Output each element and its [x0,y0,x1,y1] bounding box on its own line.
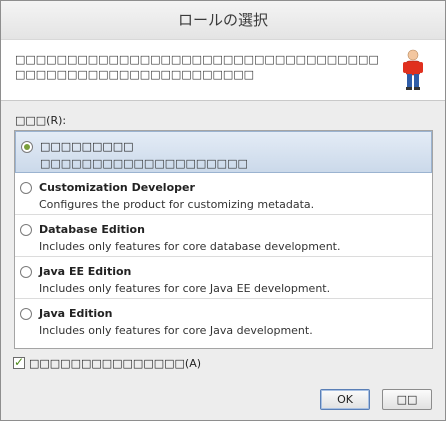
dialog-title: ロールの選択 [1,1,445,40]
role-description: Configures the product for customizing m… [39,198,315,211]
role-title: □□□□□□□□□ [40,140,134,153]
role-title: Java Edition [39,307,113,320]
role-item-default[interactable]: □□□□□□□□□ □□□□□□□□□□□□□□□□□□□□ [15,131,432,173]
header-description: □□□□□□□□□□□□□□□□□□□□□□□□□□□□□□□□□□□□□□□□… [15,53,379,81]
role-radio[interactable] [20,266,32,278]
role-radio[interactable] [21,141,33,153]
role-item-java-edition[interactable]: Java Edition Includes only features for … [15,299,432,341]
role-description: Includes only features for core Java EE … [39,282,331,295]
person-icon [403,49,423,90]
ok-button[interactable]: OK [320,389,370,410]
roles-label: □□□(R): [15,114,67,127]
always-prompt-checkbox[interactable]: ✓ [13,355,25,369]
role-item-java-ee-edition[interactable]: Java EE Edition Includes only features f… [15,257,432,299]
role-title: Customization Developer [39,181,195,194]
role-description: Includes only features for core Java dev… [39,324,313,337]
role-selection-dialog: ロールの選択 □□□□□□□□□□□□□□□□□□□□□□□□□□□□□□□□□… [0,0,446,421]
role-description: Includes only features for core database… [39,240,341,253]
roles-list[interactable]: □□□□□□□□□ □□□□□□□□□□□□□□□□□□□□ Customiza… [14,130,433,349]
role-radio[interactable] [20,308,32,320]
role-title: Java EE Edition [39,265,132,278]
role-title: Database Edition [39,223,145,236]
cancel-button[interactable]: □□ [382,389,432,410]
role-description: □□□□□□□□□□□□□□□□□□□□ [40,157,248,170]
dialog-header: □□□□□□□□□□□□□□□□□□□□□□□□□□□□□□□□□□□□□□□□… [1,40,445,101]
role-item-database-edition[interactable]: Database Edition Includes only features … [15,215,432,257]
always-prompt-label[interactable]: □□□□□□□□□□□□□□□(A) [29,357,201,370]
role-radio[interactable] [20,224,32,236]
role-item-customization-developer[interactable]: Customization Developer Configures the p… [15,173,432,215]
role-radio[interactable] [20,182,32,194]
check-icon: ✓ [14,355,25,369]
